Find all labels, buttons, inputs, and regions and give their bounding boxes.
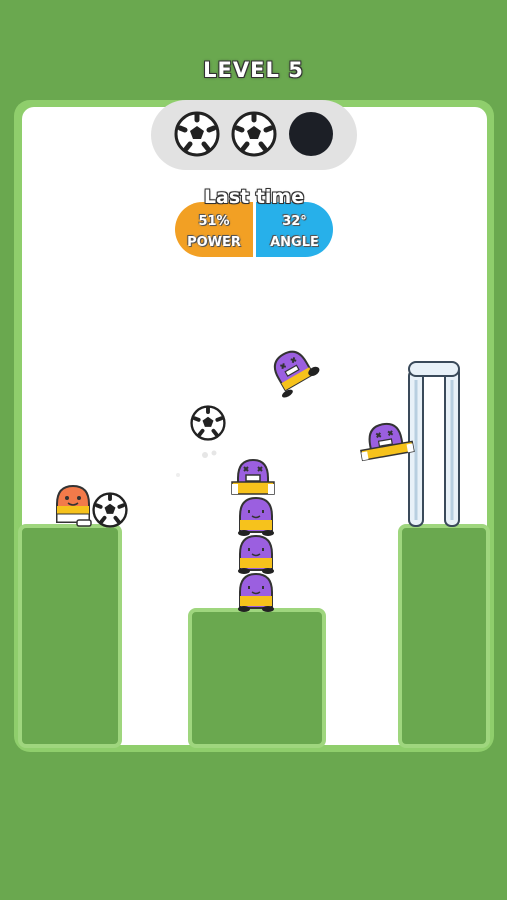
defender-character [238, 496, 274, 536]
soccer-ball-icon [231, 111, 277, 157]
last-angle-badge: 32° ANGLE [256, 202, 333, 257]
last-power-badge: 51% POWER [175, 202, 253, 257]
last-power-value: 51% [198, 214, 230, 229]
soccer-ball-icon [174, 111, 220, 157]
player-character[interactable] [53, 484, 95, 528]
last-time-title: Last time [203, 186, 305, 208]
right-platform [398, 524, 490, 748]
level-title: LEVEL 5 [203, 58, 304, 82]
left-platform [18, 524, 122, 748]
knocked-defender-character [360, 422, 415, 462]
last-power-label: POWER [187, 235, 241, 250]
middle-platform [188, 608, 326, 748]
flying-soccer-ball [190, 405, 226, 441]
empty-ball-slot-icon [289, 112, 333, 156]
defender-character [238, 572, 274, 612]
last-angle-value: 32° [282, 214, 307, 229]
last-angle-label: ANGLE [270, 235, 319, 250]
soccer-ball[interactable] [92, 492, 128, 528]
defender-character [238, 534, 274, 574]
defender-character [231, 458, 275, 495]
ball-trail [176, 450, 217, 477]
